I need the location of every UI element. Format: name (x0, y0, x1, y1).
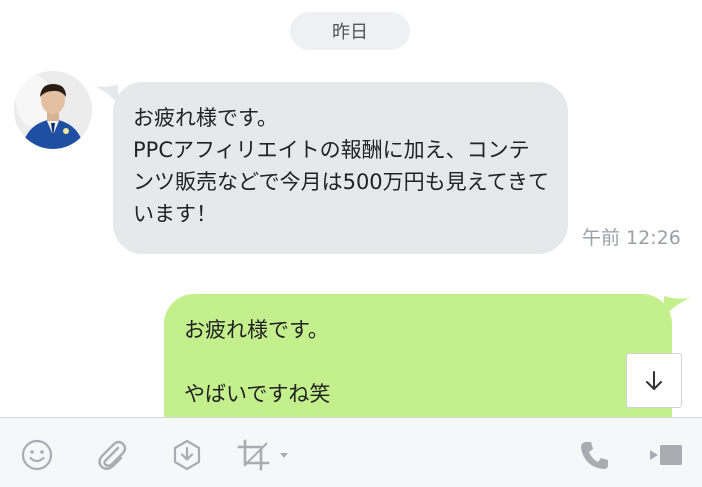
keep-button[interactable] (170, 438, 204, 472)
phone-icon (581, 442, 608, 469)
video-call-button[interactable] (648, 438, 686, 472)
chat-toolbar (0, 417, 702, 487)
outgoing-bubble-tail (664, 296, 690, 318)
paperclip-icon (98, 440, 127, 470)
screenshot-button[interactable] (236, 438, 292, 472)
crop-icon (237, 439, 288, 471)
message-timestamp: 午前 12:26 (582, 227, 681, 249)
voice-call-button[interactable] (578, 438, 612, 472)
incoming-message-bubble[interactable]: お疲れ様です。 PPCアフィリエイトの報酬に加え、コンテンツ販売などで今月は50… (113, 82, 568, 254)
download-icon (173, 439, 201, 471)
avatar[interactable] (14, 71, 92, 149)
date-separator-label: 昨日 (332, 22, 368, 43)
outgoing-message-bubble[interactable]: お疲れ様です。 やばいですね笑 (164, 294, 672, 417)
scroll-to-bottom-button[interactable] (626, 353, 682, 408)
attach-file-button[interactable] (93, 438, 129, 472)
date-separator: 昨日 (290, 12, 410, 50)
chat-area: 昨日 お疲れ様です。 PPCアフィリエイトの報酬に加え、コンテンツ販売などで今月… (0, 0, 702, 417)
emoji-icon (21, 439, 53, 471)
arrow-down-icon (646, 370, 662, 390)
emoji-button[interactable] (20, 438, 54, 472)
video-icon (650, 445, 682, 465)
